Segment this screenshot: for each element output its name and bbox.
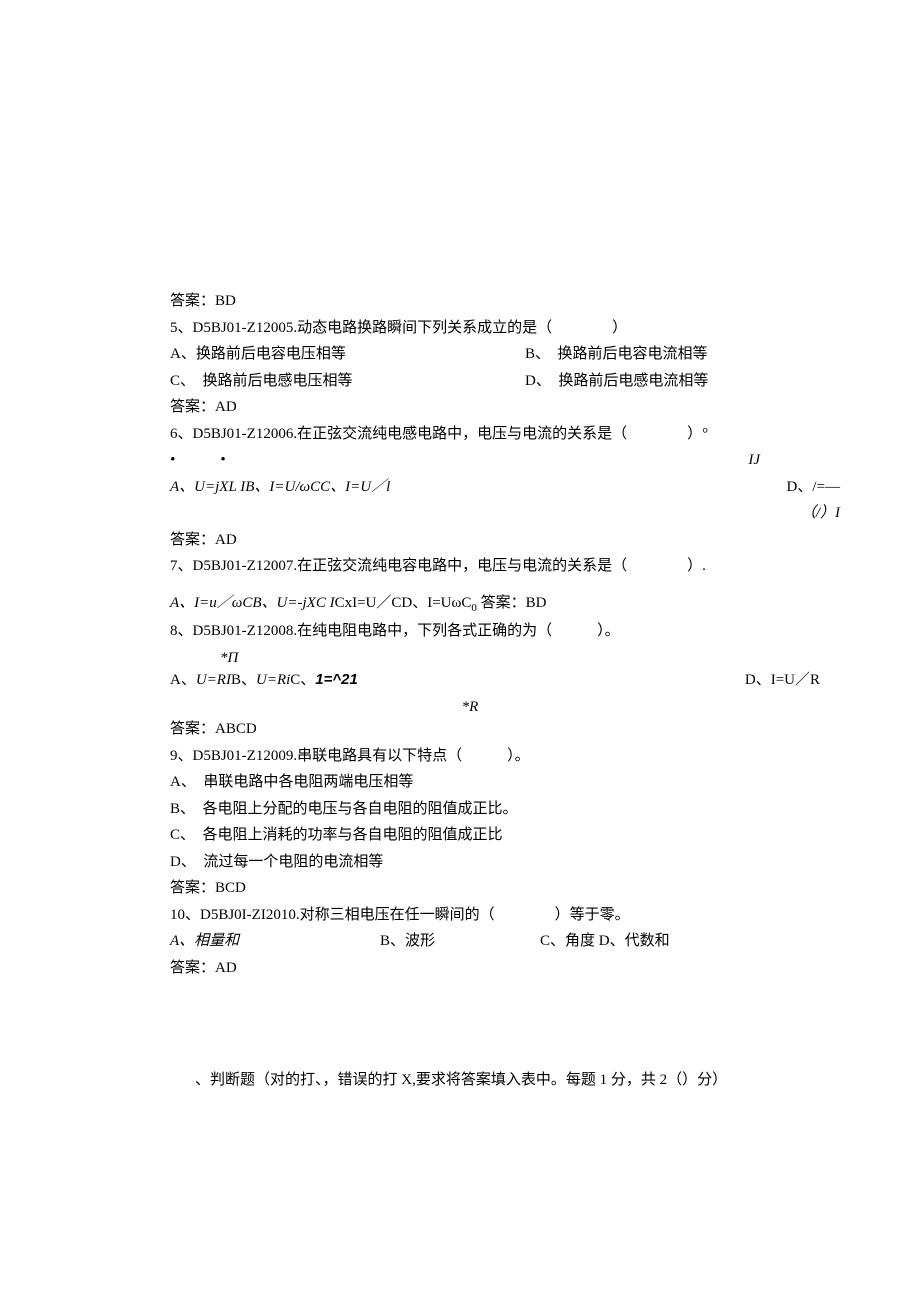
q8-answer: 答案：ABCD xyxy=(170,718,750,741)
q8-sup: *П xyxy=(220,647,750,670)
q6-dots: • • xyxy=(170,449,670,472)
q6-options-row: A、U=jXL IB、I=U/ωCC、I=U／l D、/=— xyxy=(170,476,750,499)
q7-gap xyxy=(170,582,750,588)
q5-options-row2: C、 换路前后电感电压相等 D、 换路前后电感电流相等 xyxy=(170,370,750,393)
q9-option-d: D、 流过每一个电阻的电流相等 xyxy=(170,851,750,874)
q10-option-b: B、波形 xyxy=(380,930,540,953)
q6-fraction: （/）I xyxy=(170,502,840,525)
q8-option-d: D、I=U／R xyxy=(600,669,820,692)
q7-answer-inline: 答案：BD xyxy=(481,595,547,611)
q7-stem: 7、D5BJ01-Z12007.在正弦交流纯电容电路中，电压与电流的关系是（ ）… xyxy=(170,555,750,578)
document-page: 答案：BD 5、D5BJ01-Z12005.动态电路换路瞬间下列关系成立的是（ … xyxy=(0,0,920,1092)
q6-ij: IJ xyxy=(670,449,760,472)
q6-option-d: D、/=— xyxy=(670,476,840,499)
section-footer: 、判断题（对的打、，错误的打 X,要求将答案填入表中。每题 1 分，共 2（）分… xyxy=(170,1069,750,1092)
q6-answer: 答案：AD xyxy=(170,529,750,552)
q7-opts-zero: 0 xyxy=(471,602,477,614)
q10-option-a: A、相量和 xyxy=(170,930,380,953)
q9-answer: 答案：BCD xyxy=(170,877,750,900)
q6-stem: 6、D5BJ01-Z12006.在正弦交流纯电感电路中，电压与电流的关系是（ ）… xyxy=(170,423,750,446)
answer-4: 答案：BD xyxy=(170,290,750,313)
q10-options-row: A、相量和 B、波形 C、角度 D、代数和 xyxy=(170,930,750,953)
q10-answer: 答案：AD xyxy=(170,957,750,980)
q7-options: A、I=u／ωCB、U=-jXC ICxI=U／CD、I=UωC0 答案：BD xyxy=(170,592,750,617)
q9-option-b: B、 各电阻上分配的电压与各自电阻的阻值成正比。 xyxy=(170,798,750,821)
q8-sub: *R xyxy=(270,696,670,719)
q5-option-a: A、换路前后电容电压相等 xyxy=(170,343,525,366)
q9-option-a: A、 串联电路中各电阻两端电压相等 xyxy=(170,771,750,794)
q5-option-b: B、 换路前后电容电流相等 xyxy=(525,343,708,366)
q7-opts-mid: U=-jXC I xyxy=(277,595,335,611)
q5-option-d: D、 换路前后电感电流相等 xyxy=(525,370,708,393)
q10-stem: 10、D5BJ0I-ZI2010.对称三相电压在任一瞬间的（ ）等于零。 xyxy=(170,904,750,927)
q8-options-abc: A、U=RIB、U=RiC、1=^21 xyxy=(170,669,600,692)
q9-option-c: C、 各电阻上消耗的功率与各自电阻的阻值成正比 xyxy=(170,824,750,847)
q6-dot-row: • • IJ xyxy=(170,449,750,472)
q6-fraction-row: （/）I xyxy=(170,502,750,525)
q8-options-row: A、U=RIB、U=RiC、1=^21 D、I=U／R xyxy=(170,669,750,692)
q6-options-abc: A、U=jXL IB、I=U/ωCC、I=U／l xyxy=(170,476,670,499)
q7-opts-prefix: A、I=u／ωCB、 xyxy=(170,595,277,611)
q8-stem: 8、D5BJ01-Z12008.在纯电阻电路中，下列各式正确的为（ ）。 xyxy=(170,620,750,643)
q5-option-c: C、 换路前后电感电压相等 xyxy=(170,370,525,393)
q10-option-cd: C、角度 D、代数和 xyxy=(540,930,670,953)
q5-options-row1: A、换路前后电容电压相等 B、 换路前后电容电流相等 xyxy=(170,343,750,366)
q5-answer: 答案：AD xyxy=(170,396,750,419)
q7-opts-suffix: CxI=U／CD、I=UωC xyxy=(335,595,472,611)
q5-stem: 5、D5BJ01-Z12005.动态电路换路瞬间下列关系成立的是（ ） xyxy=(170,317,750,340)
q9-stem: 9、D5BJ01-Z12009.串联电路具有以下特点（ ）。 xyxy=(170,745,750,768)
